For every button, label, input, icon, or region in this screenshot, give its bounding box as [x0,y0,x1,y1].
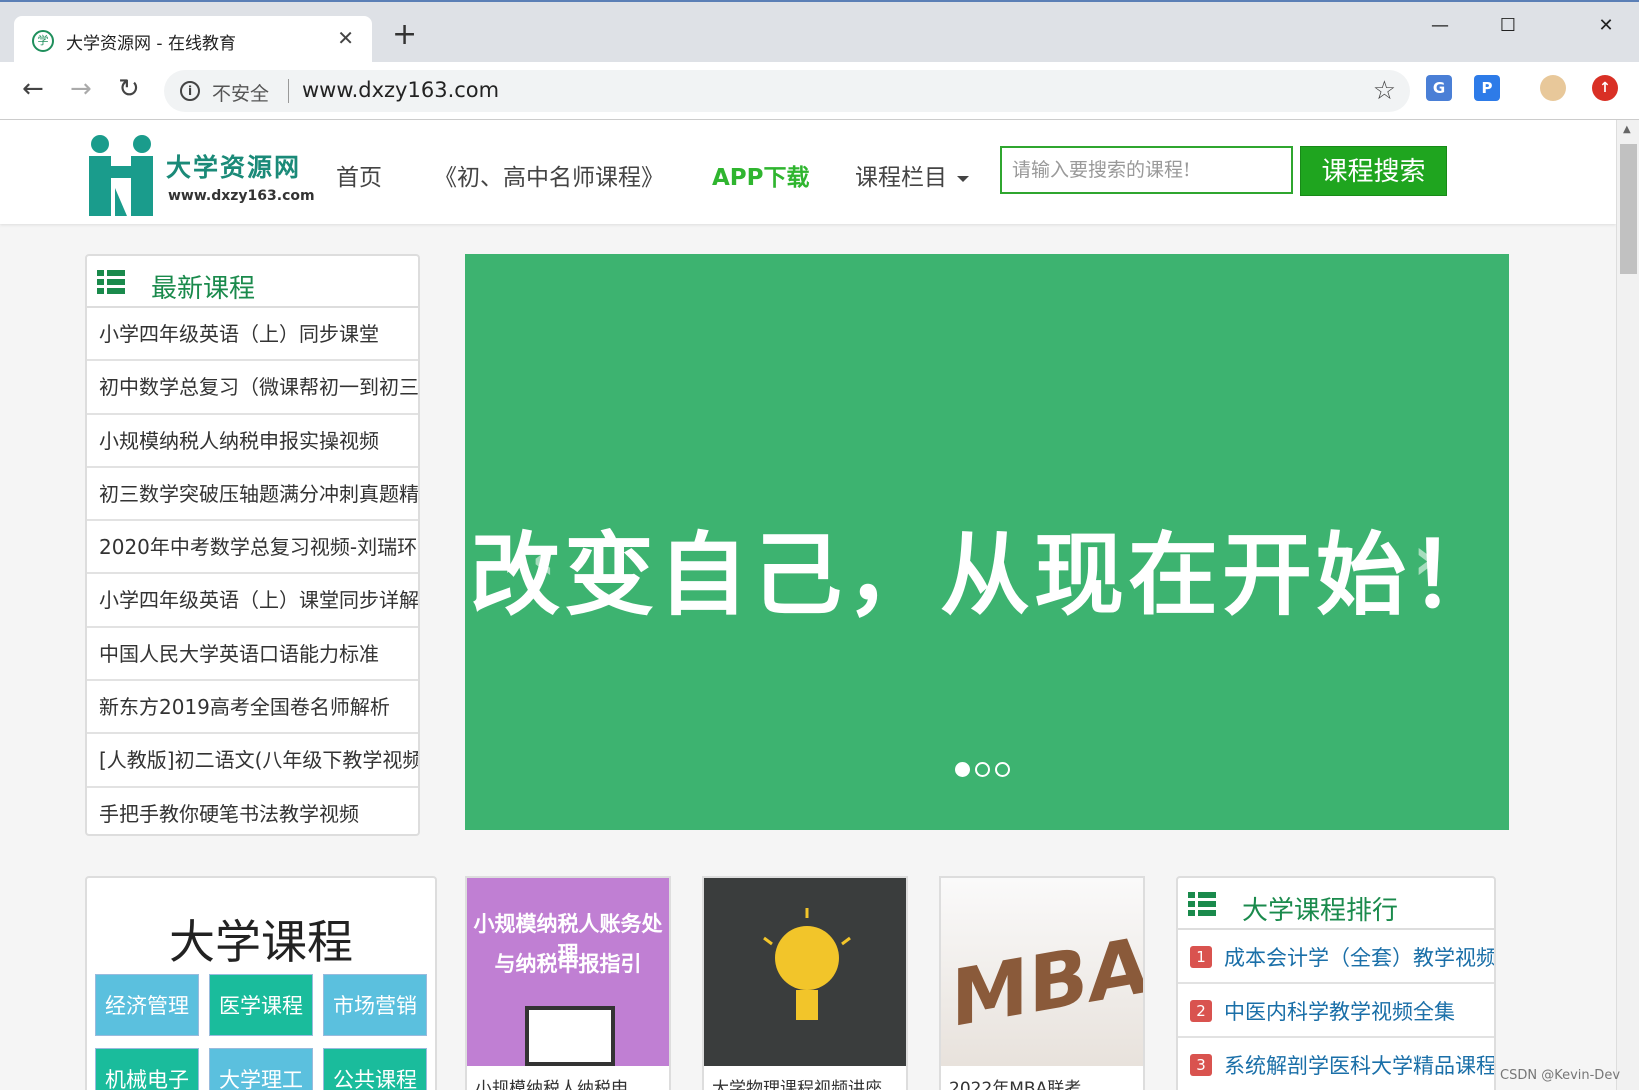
logo-url[interactable]: www.dxzy163.com [168,188,315,204]
address-bar[interactable]: i 不安全 www.dxzy163.com ☆ [164,70,1410,112]
logo-icon[interactable] [85,132,159,216]
site-favicon-icon: 学 [32,30,54,52]
list-icon [1188,892,1218,916]
maximize-button[interactable]: ☐ [1480,8,1536,44]
nav-famous-teacher-courses[interactable]: 《初、高中名师课程》 [434,158,664,192]
latest-courses-panel: 最新课程 小学四年级英语（上）同步课堂 初中数学总复习（微课帮初一到初三 小规模… [85,254,420,836]
new-tab-button[interactable]: + [392,20,417,50]
carousel-next-button[interactable]: › [1413,524,1438,594]
thumbnail-text: 与纳税申报指引 [494,952,642,976]
carousel-dot[interactable] [995,762,1010,777]
watermark: CSDN @Kevin-Dev [1500,1068,1621,1083]
category-public[interactable]: 公共课程 [323,1048,427,1090]
scroll-thumb[interactable] [1620,144,1637,274]
forward-arrow-icon[interactable]: → [70,76,92,102]
latest-course-item[interactable]: 小学四年级英语（上）课堂同步详解 [87,574,418,628]
rank-badge: 1 [1190,946,1212,968]
logo-text[interactable]: 大学资源网 [166,148,301,184]
minimize-button[interactable]: — [1412,8,1468,44]
tab-title: 大学资源网 - 在线教育 [66,34,236,54]
ranking-title: 大学课程排行 [1242,896,1399,926]
ranking-item[interactable]: 2 中医内科学教学视频全集 [1178,984,1494,1038]
latest-course-item[interactable]: [人教版]初二语文(八年级下教学视频 [87,734,418,788]
ranking-item[interactable]: 3 系统解剖学医科大学精品课程 [1178,1038,1494,1090]
latest-course-item[interactable]: 新东方2019高考全国卷名师解析 [87,681,418,735]
url-text[interactable]: www.dxzy163.com [302,78,499,102]
thumbnail-text: MBA [951,920,1145,1046]
p-extension-icon[interactable]: P [1474,75,1500,101]
university-courses-title: 大学课程 [169,915,353,969]
ranking-item[interactable]: 1 成本会计学（全套）教学视频 [1178,930,1494,984]
browser-tab[interactable]: 学 大学资源网 - 在线教育 ✕ [14,16,372,64]
update-arrow-icon[interactable]: ↑ [1592,75,1618,101]
url-divider [288,79,289,103]
page-scrollbar[interactable]: ▲ [1616,120,1639,1090]
course-caption[interactable]: 小规模纳税人纳税申 [475,1074,628,1090]
profile-avatar[interactable] [1540,75,1566,101]
tab-close-icon[interactable]: ✕ [337,26,354,50]
back-arrow-icon[interactable]: ← [22,76,44,102]
category-mechatronics[interactable]: 机械电子 [95,1048,199,1090]
banner-slogan: 改变自己，从现在开始！ [470,523,1504,628]
latest-course-item[interactable]: 中国人民大学英语口语能力标准 [87,628,418,682]
latest-course-item[interactable]: 初中数学总复习（微课帮初一到初三 [87,361,418,415]
nav-app-download[interactable]: APP下载 [712,158,810,192]
latest-course-item[interactable]: 小学四年级英语（上）同步课堂 [87,308,418,362]
security-label[interactable]: 不安全 [212,79,269,106]
banner-carousel: ‹ 改变自己，从现在开始！ › [465,254,1509,830]
latest-course-item[interactable]: 2020年中考数学总复习视频-刘瑞环 [87,521,418,575]
info-icon[interactable]: i [180,81,200,101]
course-search-button[interactable]: 课程搜索 [1300,146,1447,196]
latest-course-item[interactable]: 小规模纳税人纳税申报实操视频 [87,415,418,468]
web-page: 大学资源网 www.dxzy163.com 首页 《初、高中名师课程》 APP下… [0,120,1616,1090]
category-science-engineering[interactable]: 大学理工 [209,1048,313,1090]
reload-icon[interactable]: ↻ [118,76,140,102]
university-courses-panel: 大学课程 经济管理 医学课程 市场营销 机械电子 大学理工 公共课程 [85,876,437,1090]
nav-course-categories[interactable]: 课程栏目 [855,158,969,192]
nav-course-categories-label: 课程栏目 [855,165,947,191]
course-thumbnail[interactable]: MBA [941,878,1143,1066]
laptop-illustration [525,1006,615,1066]
ranking-link[interactable]: 中医内科学教学视频全集 [1224,996,1455,1026]
ranking-header: 大学课程排行 [1178,878,1494,930]
carousel-indicators [955,762,1015,781]
course-card[interactable]: MBA 2022年MBA联考 [939,876,1145,1090]
lightbulb-icon [763,908,851,1020]
ranking-link[interactable]: 系统解剖学医科大学精品课程 [1224,1050,1494,1080]
course-thumbnail[interactable]: 小规模纳税人账务处理 与纳税申报指引 [467,878,669,1066]
latest-courses-header: 最新课程 [87,256,418,308]
ranking-link[interactable]: 成本会计学（全套）教学视频 [1224,942,1494,972]
list-icon [97,270,127,294]
course-caption[interactable]: 2022年MBA联考 [949,1074,1081,1090]
caret-down-icon [957,175,969,182]
bookmark-star-icon[interactable]: ☆ [1373,76,1396,106]
category-marketing[interactable]: 市场营销 [323,974,427,1036]
translate-extension-icon[interactable]: G [1426,75,1452,101]
rank-badge: 3 [1190,1054,1212,1076]
nav-home[interactable]: 首页 [336,158,382,192]
browser-toolbar: ← → ↻ i 不安全 www.dxzy163.com ☆ G P ↑ [0,62,1639,120]
carousel-dot[interactable] [975,762,990,777]
tab-strip: 学 大学资源网 - 在线教育 ✕ + — ☐ ✕ [0,0,1639,64]
close-window-button[interactable]: ✕ [1578,8,1634,44]
course-card[interactable]: 大学物理课程视频讲座 [702,876,908,1090]
course-search-input[interactable]: 请输入要搜索的课程! [1000,146,1293,194]
latest-courses-title: 最新课程 [151,274,256,304]
course-caption[interactable]: 大学物理课程视频讲座 [712,1074,882,1090]
carousel-dot[interactable] [955,762,970,777]
latest-course-item[interactable]: 初三数学突破压轴题满分冲刺真题精 [87,468,418,522]
latest-course-item[interactable]: 手把手教你硬笔书法教学视频 [87,788,418,834]
category-economics[interactable]: 经济管理 [95,974,199,1036]
site-header: 大学资源网 www.dxzy163.com 首页 《初、高中名师课程》 APP下… [0,120,1616,224]
course-ranking-panel: 大学课程排行 1 成本会计学（全套）教学视频 2 中医内科学教学视频全集 3 系… [1176,876,1496,1090]
category-medicine[interactable]: 医学课程 [209,974,313,1036]
scroll-up-icon[interactable]: ▲ [1623,124,1631,135]
course-card[interactable]: 小规模纳税人账务处理 与纳税申报指引 小规模纳税人纳税申 [465,876,671,1090]
rank-badge: 2 [1190,1000,1212,1022]
course-thumbnail[interactable] [704,878,906,1066]
